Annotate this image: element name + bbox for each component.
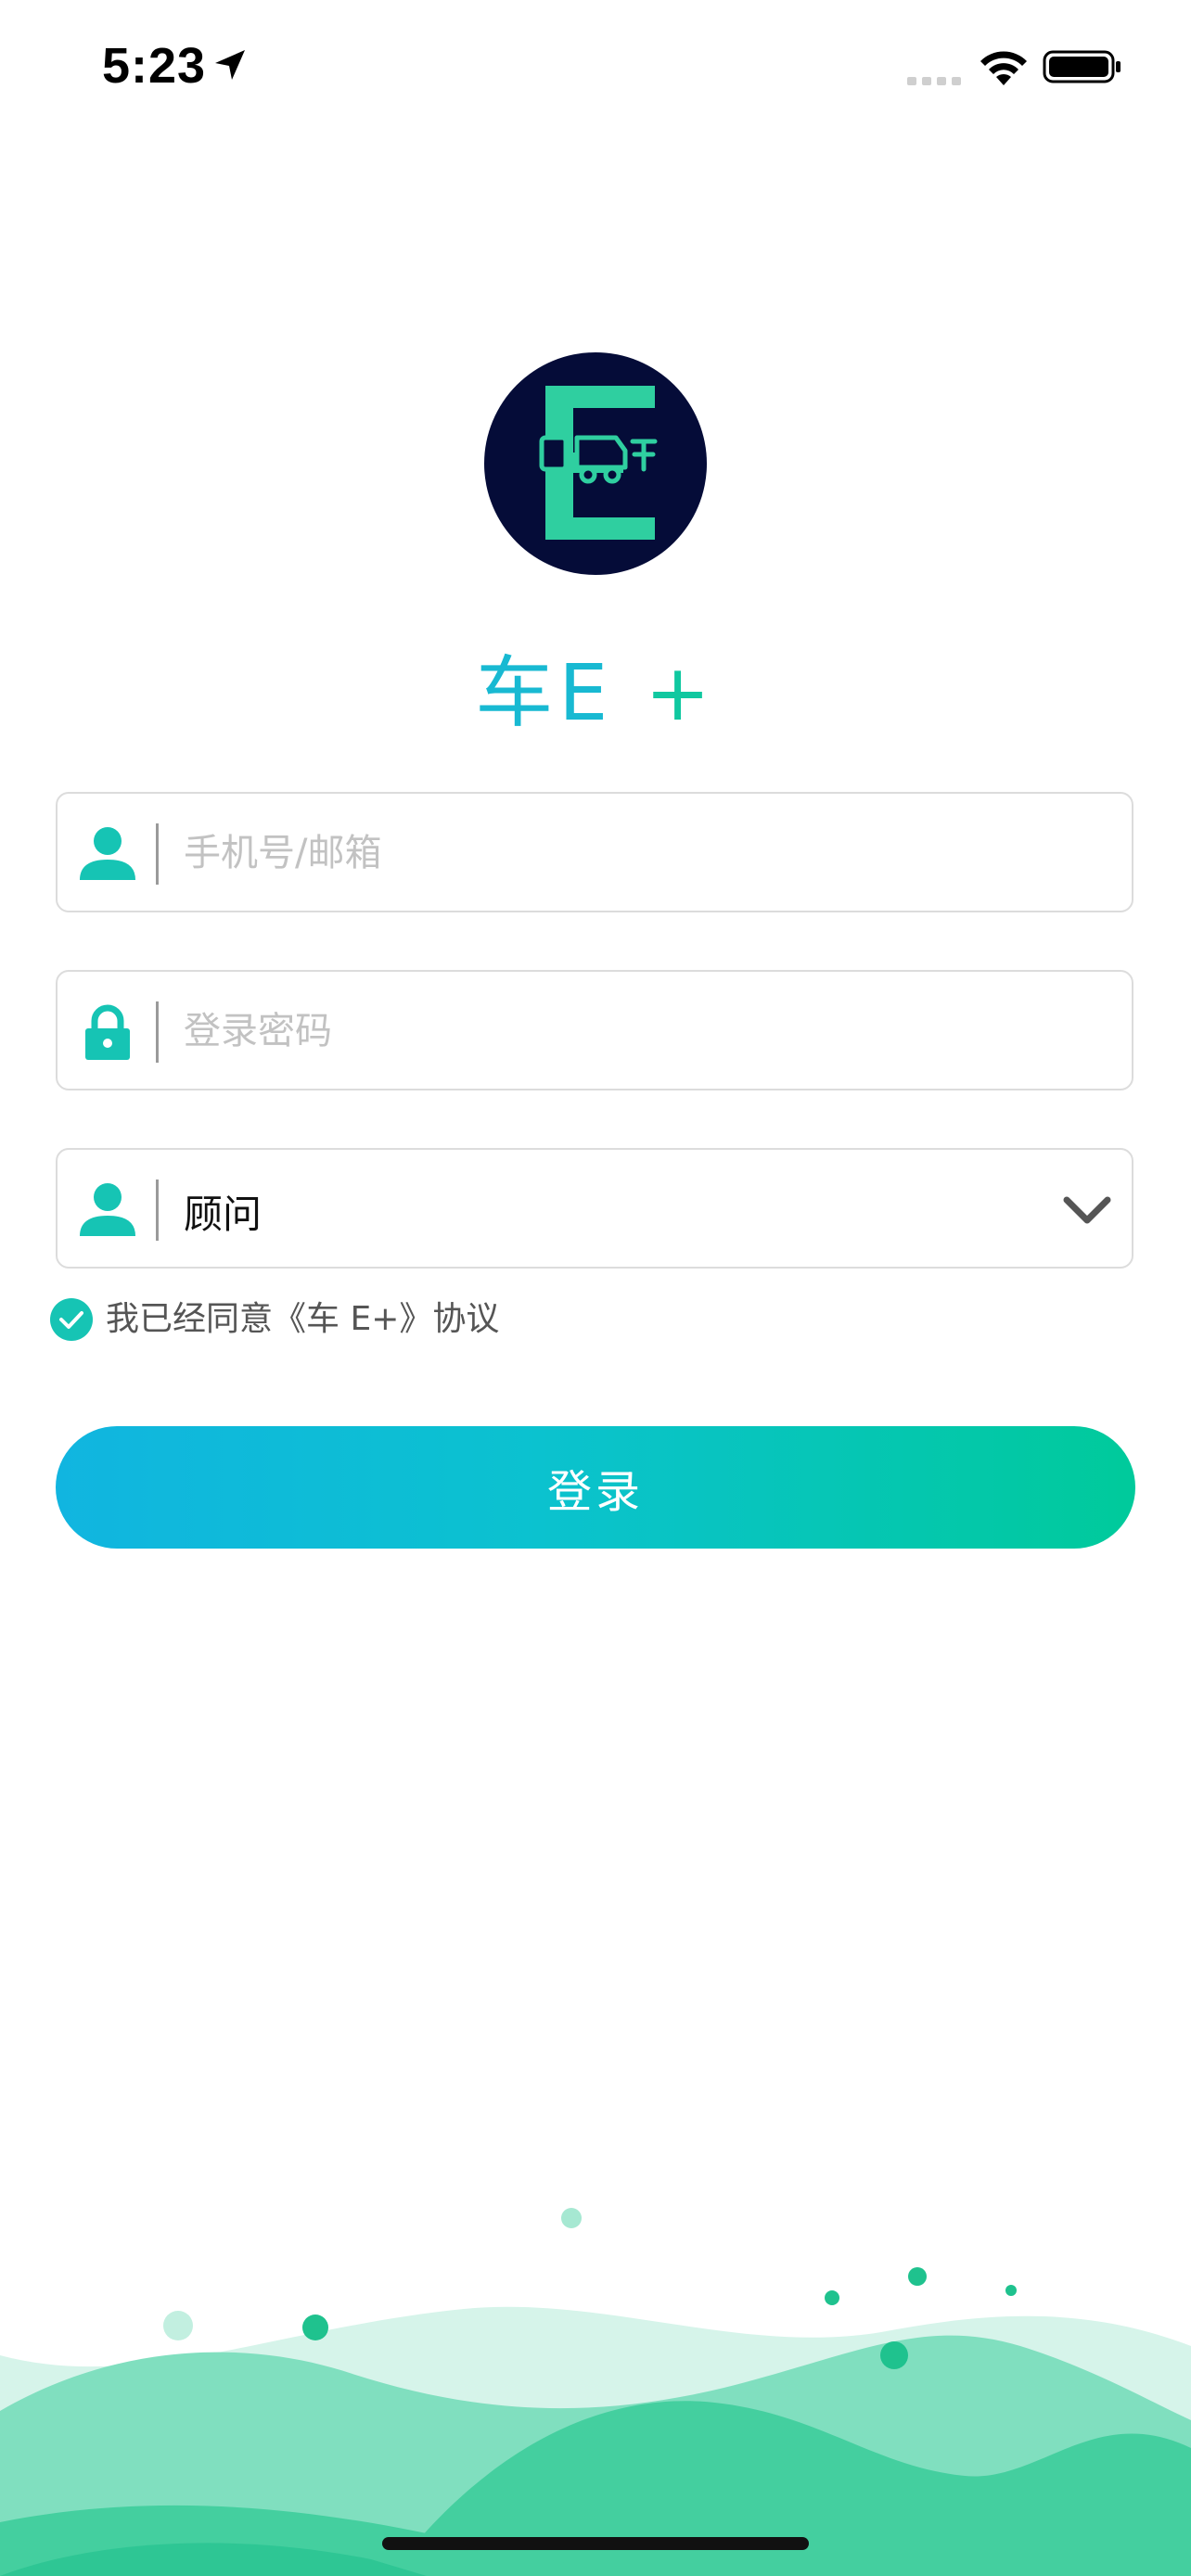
- field-divider: [156, 1001, 159, 1063]
- status-bar: 5:23: [0, 0, 1191, 130]
- battery-icon: [1043, 50, 1121, 83]
- role-value: 顾问: [184, 1192, 263, 1237]
- role-select[interactable]: 顾问: [56, 1148, 1133, 1269]
- chevron-down-icon[interactable]: [1061, 1189, 1113, 1233]
- account-field: [56, 792, 1133, 912]
- field-divider: [156, 1180, 159, 1241]
- password-field: [56, 970, 1133, 1090]
- agreement-checkbox[interactable]: [50, 1298, 93, 1341]
- agreement-text[interactable]: 我已经同意《车 E+》协议: [106, 1298, 499, 1341]
- lock-icon: [85, 1004, 130, 1060]
- user-icon: [80, 827, 135, 880]
- app-logo: [484, 352, 707, 575]
- status-time: 5:23: [102, 38, 207, 94]
- app-title: 车E +: [0, 631, 1191, 743]
- decorative-waves: [0, 2208, 1191, 2576]
- account-input[interactable]: [184, 820, 1000, 886]
- location-arrow-icon: [215, 50, 245, 80]
- password-input[interactable]: [184, 998, 1000, 1065]
- app-title-text: 车E: [475, 647, 614, 738]
- login-button[interactable]: 登录: [56, 1426, 1135, 1549]
- app-title-plus: +: [645, 647, 716, 738]
- wifi-icon: [980, 51, 1027, 85]
- field-divider: [156, 823, 159, 885]
- home-indicator[interactable]: [382, 2537, 809, 2550]
- signal-icon: [907, 77, 961, 85]
- user-icon: [80, 1183, 135, 1236]
